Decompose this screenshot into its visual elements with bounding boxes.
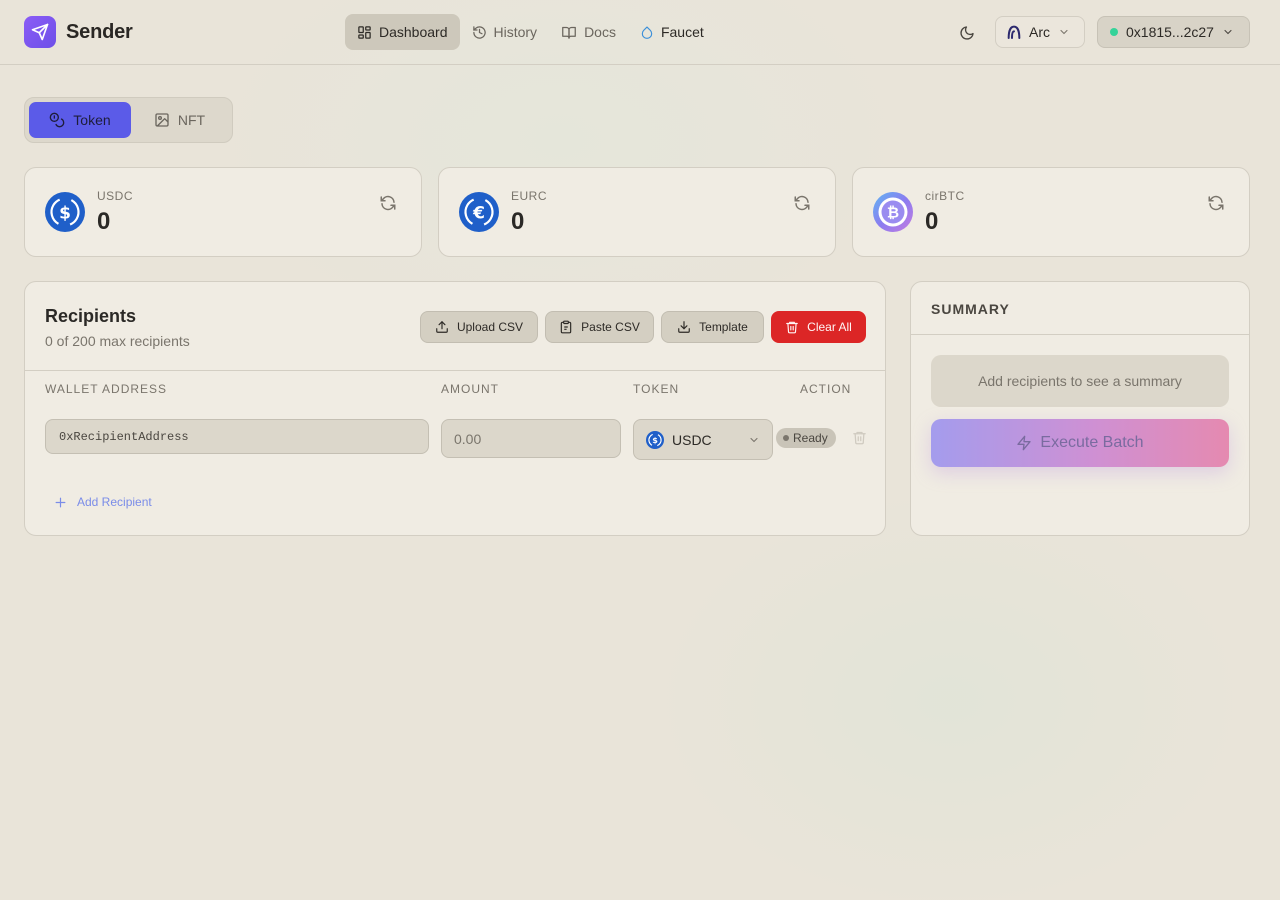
token-symbol: cirBTC: [925, 189, 965, 203]
connected-status-dot: [1110, 28, 1118, 36]
refresh-icon[interactable]: [379, 194, 397, 212]
arc-chain-icon: [1006, 24, 1022, 40]
token-balance: 0: [925, 208, 939, 235]
trash-icon: [852, 430, 867, 445]
token-mode-label: Token: [73, 112, 111, 128]
nav-faucet-label: Faucet: [660, 24, 704, 40]
nav-dashboard[interactable]: Dashboard: [345, 14, 460, 50]
clear-all-label: Clear All: [807, 320, 852, 334]
token-mode-button[interactable]: Token: [29, 102, 131, 138]
refresh-icon[interactable]: [1207, 194, 1225, 212]
upload-csv-label: Upload CSV: [456, 320, 524, 334]
image-icon: [154, 112, 170, 128]
nav-history[interactable]: History: [460, 14, 550, 50]
nav-history-label: History: [493, 24, 538, 40]
svg-text:$: $: [652, 435, 658, 445]
app-name: Sender: [66, 20, 133, 43]
droplet-icon: [640, 25, 654, 40]
top-bar: Sender Dashboard History Docs Faucet Arc…: [0, 0, 1280, 65]
token-balance: 0: [97, 208, 111, 235]
svg-text:$: $: [59, 204, 71, 224]
summary-empty-state: Add recipients to see a summary: [931, 355, 1229, 407]
template-button[interactable]: Template: [661, 311, 764, 343]
token-select[interactable]: $ USDC: [633, 419, 773, 460]
paste-csv-button[interactable]: Paste CSV: [545, 311, 654, 343]
chevron-down-icon: [748, 434, 760, 446]
nft-mode-button[interactable]: NFT: [131, 102, 228, 138]
recipients-panel: Recipients 0 of 200 max recipients Uploa…: [24, 281, 886, 536]
clipboard-icon: [559, 320, 573, 334]
cirbtc-icon: ₿: [873, 192, 913, 232]
nav-faucet[interactable]: Faucet: [628, 14, 716, 50]
upload-icon: [435, 320, 449, 334]
divider: [25, 370, 885, 371]
usdc-icon: $: [45, 192, 85, 232]
column-header-token: TOKEN: [633, 382, 680, 396]
lightning-icon: [1016, 435, 1032, 451]
column-header-address: WALLET ADDRESS: [45, 382, 168, 396]
nft-mode-label: NFT: [177, 112, 206, 128]
history-icon: [472, 25, 487, 40]
app-logo[interactable]: Sender: [24, 16, 133, 48]
plus-icon: [54, 496, 67, 509]
svg-text:₿: ₿: [887, 204, 899, 222]
usdc-icon: $: [646, 430, 664, 449]
balance-card-cirbtc: ₿ cirBTC 0: [852, 167, 1250, 257]
main-nav: Dashboard History Docs Faucet: [345, 14, 716, 50]
remove-row-button[interactable]: [852, 430, 867, 445]
recipients-title: Recipients: [45, 306, 137, 326]
mode-toggle: Token NFT: [24, 97, 233, 143]
token-select-value: USDC: [672, 431, 712, 448]
chain-selector[interactable]: Arc: [995, 16, 1085, 48]
add-recipient-label: Add Recipient: [77, 495, 152, 509]
column-header-action: ACTION: [800, 382, 852, 396]
balance-card-usdc: $ USDC 0: [24, 167, 422, 257]
upload-csv-button[interactable]: Upload CSV: [420, 311, 538, 343]
add-recipient-button[interactable]: Add Recipient: [54, 495, 152, 509]
execute-batch-button[interactable]: Execute Batch: [931, 419, 1229, 467]
download-icon: [677, 320, 691, 334]
chevron-down-icon: [1222, 26, 1234, 38]
token-symbol: EURC: [511, 189, 548, 203]
summary-title: SUMMARY: [931, 301, 1010, 317]
status-badge: Ready: [776, 428, 836, 448]
paste-csv-label: Paste CSV: [581, 320, 640, 334]
token-symbol: USDC: [97, 189, 134, 203]
token-balance: 0: [511, 208, 525, 235]
coins-icon: [49, 112, 65, 128]
chevron-down-icon: [1058, 26, 1070, 38]
eurc-icon: €: [459, 192, 499, 232]
execute-batch-label: Execute Batch: [1040, 434, 1144, 451]
template-label: Template: [699, 320, 748, 334]
clear-all-button[interactable]: Clear All: [771, 311, 866, 343]
send-icon: [24, 16, 56, 48]
column-header-amount: AMOUNT: [441, 382, 499, 396]
summary-panel: SUMMARY Add recipients to see a summary …: [910, 281, 1250, 536]
amount-input[interactable]: [441, 419, 621, 458]
summary-empty-text: Add recipients to see a summary: [978, 373, 1182, 389]
recipients-count: 0 of 200 max recipients: [45, 333, 190, 349]
refresh-icon[interactable]: [793, 194, 811, 212]
wallet-address-input[interactable]: [45, 419, 429, 454]
nav-dashboard-label: Dashboard: [379, 24, 448, 40]
nav-docs-label: Docs: [584, 24, 616, 40]
dashboard-icon: [357, 25, 372, 40]
moon-icon: [959, 25, 975, 41]
book-icon: [561, 25, 577, 40]
svg-text:€: €: [472, 204, 485, 224]
nav-docs[interactable]: Docs: [549, 14, 628, 50]
balance-card-eurc: € EURC 0: [438, 167, 836, 257]
trash-icon: [785, 320, 799, 334]
theme-toggle-button[interactable]: [955, 21, 979, 45]
chain-label: Arc: [1029, 24, 1050, 40]
status-dot: [783, 435, 789, 441]
status-label: Ready: [793, 431, 828, 445]
divider: [911, 334, 1249, 335]
wallet-button[interactable]: 0x1815...2c27: [1097, 16, 1250, 48]
wallet-address: 0x1815...2c27: [1126, 24, 1214, 40]
